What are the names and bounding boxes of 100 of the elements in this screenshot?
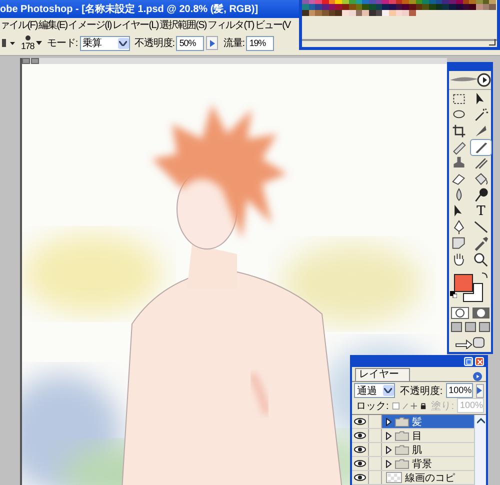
- brush-icon[interactable]: [471, 140, 491, 155]
- menu-item[interactable]: 編集(E): [38, 18, 68, 32]
- color-swatch[interactable]: [376, 0, 382, 4]
- default-colors-icon[interactable]: [450, 291, 457, 298]
- layers-tab[interactable]: レイヤー: [355, 368, 410, 381]
- color-swatch[interactable]: [322, 0, 329, 4]
- color-swatch[interactable]: [342, 10, 349, 16]
- color-swatch[interactable]: [409, 10, 416, 16]
- color-swatch[interactable]: [315, 10, 322, 16]
- flow-field[interactable]: 19%: [246, 36, 274, 50]
- feather-logo-icon[interactable]: [448, 73, 492, 87]
- color-swatch[interactable]: [449, 4, 456, 10]
- color-swatch[interactable]: [302, 0, 309, 4]
- blend-mode-dropdown[interactable]: 通過: [354, 383, 395, 398]
- color-swatch[interactable]: [362, 0, 369, 4]
- visibility-toggle[interactable]: [352, 457, 369, 470]
- color-swatch[interactable]: [356, 0, 362, 4]
- color-swatch[interactable]: [436, 0, 442, 4]
- color-swatch[interactable]: [382, 4, 389, 10]
- color-swatch[interactable]: [422, 0, 430, 4]
- color-swatch[interactable]: [482, 0, 490, 4]
- menu-item[interactable]: イメージ(I): [68, 18, 112, 32]
- opacity-label: 不透明度:: [134, 36, 174, 50]
- quick-mask-icon[interactable]: [472, 307, 490, 319]
- color-swatch[interactable]: [348, 0, 356, 4]
- layer-name: 目: [412, 430, 422, 442]
- close-button[interactable]: [475, 357, 484, 366]
- color-swatch[interactable]: [335, 10, 342, 16]
- color-swatch[interactable]: [409, 4, 416, 10]
- layer-name: 肌: [412, 444, 422, 456]
- color-swatch[interactable]: [402, 10, 409, 16]
- screen-mode-icon[interactable]: [478, 322, 490, 332]
- color-swatch[interactable]: [409, 0, 416, 4]
- menu-item[interactable]: ァイル(F): [0, 18, 38, 32]
- standard-mode-icon[interactable]: [450, 307, 468, 319]
- tool-preset-icon[interactable]: [2, 38, 16, 48]
- color-swatch[interactable]: [315, 0, 322, 4]
- screen-mode-icon[interactable]: [464, 322, 476, 332]
- color-swatch[interactable]: [456, 0, 462, 4]
- color-swatch[interactable]: [322, 10, 329, 16]
- color-swatch[interactable]: [402, 0, 409, 4]
- menu-item[interactable]: ビュー(V: [254, 18, 290, 32]
- color-swatch[interactable]: [328, 0, 336, 4]
- layer-opacity-field[interactable]: 100%: [446, 383, 473, 398]
- color-swatch[interactable]: [322, 4, 329, 10]
- screen-mode-icon[interactable]: [450, 322, 462, 332]
- color-swatch[interactable]: [362, 4, 369, 10]
- opacity-field[interactable]: 50%: [176, 36, 204, 50]
- foreground-color-swatch[interactable]: [454, 274, 473, 292]
- color-swatch[interactable]: [382, 0, 389, 4]
- menu-item[interactable]: レイヤー(L): [112, 18, 158, 32]
- color-swatch[interactable]: [449, 0, 456, 4]
- layer-name: 背景: [412, 458, 432, 470]
- color-swatch[interactable]: [335, 4, 342, 10]
- minimize-button[interactable]: [464, 357, 473, 366]
- menu-item[interactable]: 選択範囲(S): [159, 18, 206, 32]
- color-swatch[interactable]: [489, 0, 496, 4]
- color-swatch[interactable]: [442, 0, 450, 4]
- color-swatch[interactable]: [388, 0, 396, 4]
- color-swatch[interactable]: [308, 0, 316, 4]
- visibility-toggle[interactable]: [352, 429, 369, 442]
- visibility-toggle[interactable]: [352, 471, 369, 484]
- background-color-swatch[interactable]: [463, 283, 483, 302]
- color-swatch[interactable]: [402, 4, 409, 10]
- menu-item[interactable]: フィルタ(T): [207, 18, 254, 32]
- jump-to-icon[interactable]: [453, 335, 487, 349]
- color-swatch[interactable]: [362, 10, 369, 16]
- scroll-up-icon[interactable]: [476, 418, 484, 424]
- color-swatch[interactable]: [429, 4, 436, 10]
- visibility-toggle[interactable]: [352, 415, 369, 428]
- color-swatch[interactable]: [442, 4, 450, 10]
- color-swatch[interactable]: [368, 0, 376, 4]
- visibility-toggle[interactable]: [352, 443, 369, 456]
- color-swatch[interactable]: [302, 10, 309, 16]
- color-swatch[interactable]: [416, 0, 422, 4]
- color-swatch[interactable]: [469, 4, 476, 10]
- brush-picker[interactable]: 178: [21, 35, 34, 51]
- opacity-slider-button[interactable]: [476, 384, 484, 398]
- color-swatch[interactable]: [302, 4, 309, 10]
- color-swatch[interactable]: [422, 4, 430, 10]
- color-swatch[interactable]: [335, 0, 342, 4]
- panel-menu-icon[interactable]: [473, 372, 482, 381]
- caret-icon[interactable]: [36, 41, 42, 45]
- mode-dropdown[interactable]: 乗算: [80, 36, 130, 50]
- color-swatch[interactable]: [382, 10, 389, 16]
- color-swatch[interactable]: [342, 0, 349, 4]
- resize-grip-icon[interactable]: [488, 38, 496, 46]
- window-title: obe Photoshop - [名称未設定 1.psd @ 20.8% (髪, RGB)]: [0, 2, 258, 16]
- opacity-slider-button[interactable]: [206, 36, 218, 50]
- color-swatch[interactable]: [429, 0, 436, 4]
- lock-options-icon[interactable]: [392, 400, 426, 410]
- color-swatch[interactable]: [476, 0, 483, 4]
- color-swatch[interactable]: [315, 4, 322, 10]
- type-tool[interactable]: T: [471, 204, 491, 219]
- layer-row[interactable]: 髪: [382, 415, 474, 428]
- color-swatch[interactable]: [469, 0, 476, 4]
- color-swatch[interactable]: [489, 4, 496, 10]
- color-swatch[interactable]: [396, 0, 402, 4]
- color-swatch[interactable]: [342, 4, 349, 10]
- color-swatch[interactable]: [462, 0, 470, 4]
